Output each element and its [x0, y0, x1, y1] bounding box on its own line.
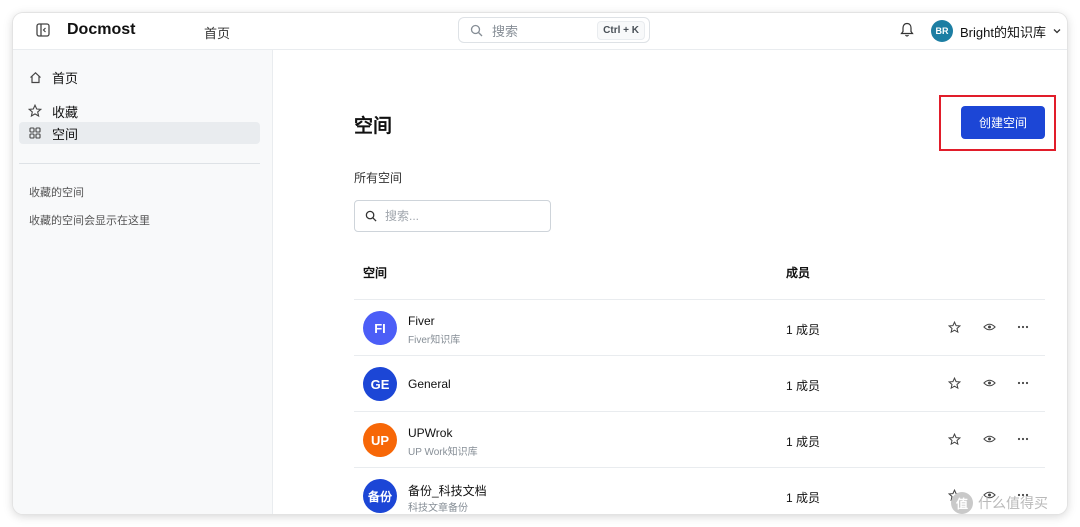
space-description: UP Work知识库: [408, 447, 478, 458]
app-window: Docmost 首页 搜索 Ctrl + K BR Bright的知识库 首页: [13, 13, 1067, 514]
space-name[interactable]: 备份_科技文档: [408, 482, 487, 499]
chevron-down-icon: [1052, 26, 1062, 36]
header-nav-home[interactable]: 首页: [204, 23, 230, 42]
sidebar-item-spaces[interactable]: 空间: [19, 122, 260, 144]
sidebar-item-label: 收藏: [52, 104, 79, 120]
table-row[interactable]: UP UPWrok UP Work知识库 1 成员: [354, 412, 1045, 468]
star-icon[interactable]: [946, 431, 962, 447]
space-description: Fiver知识库: [408, 335, 461, 346]
space-name[interactable]: Fiver: [408, 314, 435, 328]
create-space-button[interactable]: 创建空间: [961, 106, 1045, 139]
search-icon: [365, 210, 377, 222]
top-header: Docmost 首页 搜索 Ctrl + K BR Bright的知识库: [13, 13, 1067, 50]
home-icon: [27, 71, 43, 84]
eye-icon[interactable]: [981, 319, 997, 335]
watermark-text: 什么值得买: [978, 495, 1048, 511]
star-icon[interactable]: [946, 319, 962, 335]
eye-icon[interactable]: [981, 375, 997, 391]
search-icon: [470, 24, 483, 37]
table-row[interactable]: 备份 备份_科技文档 科技文章备份 1 成员: [354, 468, 1045, 514]
main-content: 空间 创建空间 所有空间 空间 成员 FI Fiver Fiver知识库 1 成…: [274, 50, 1067, 514]
page-title: 空间: [354, 116, 393, 137]
sidebar-item-label: 首页: [52, 70, 79, 86]
watermark: 值 什么值得买: [951, 492, 1048, 514]
sidebar-divider: [19, 163, 260, 164]
sidebar: 首页 收藏 空间 收藏的空间 收藏的空间会显示在这里: [13, 50, 273, 514]
grid-icon: [27, 127, 43, 139]
global-search-label: 搜索: [492, 23, 519, 39]
table-row[interactable]: GE General 1 成员: [354, 356, 1045, 412]
space-members: 1 成员: [786, 491, 821, 505]
favorite-spaces-empty: 收藏的空间会显示在这里: [29, 215, 150, 227]
app-title[interactable]: Docmost: [67, 21, 135, 39]
user-name: Bright的知识库: [960, 24, 1046, 40]
space-avatar[interactable]: UP: [363, 423, 397, 457]
watermark-logo-icon: 值: [951, 492, 973, 514]
search-shortcut-badge: Ctrl + K: [597, 20, 645, 40]
section-label: 所有空间: [354, 171, 403, 185]
space-name[interactable]: General: [408, 377, 451, 391]
space-avatar[interactable]: FI: [363, 311, 397, 345]
sidebar-item-favorites[interactable]: 收藏: [19, 100, 260, 122]
sidebar-item-label: 空间: [52, 126, 79, 142]
sidebar-item-home[interactable]: 首页: [19, 66, 260, 88]
eye-icon[interactable]: [981, 431, 997, 447]
user-avatar: BR: [931, 20, 953, 42]
space-search[interactable]: [354, 200, 551, 232]
space-search-input[interactable]: [385, 209, 535, 223]
star-icon: [27, 104, 43, 118]
more-icon[interactable]: [1015, 375, 1031, 391]
space-name[interactable]: UPWrok: [408, 426, 452, 440]
column-header-members: 成员: [786, 266, 811, 280]
space-members: 1 成员: [786, 435, 821, 449]
more-icon[interactable]: [1015, 431, 1031, 447]
space-description: 科技文章备份: [408, 503, 468, 514]
space-avatar[interactable]: 备份: [363, 479, 397, 513]
space-members: 1 成员: [786, 323, 821, 337]
star-icon[interactable]: [946, 375, 962, 391]
global-search[interactable]: 搜索 Ctrl + K: [458, 17, 650, 43]
bell-icon[interactable]: [899, 21, 915, 39]
space-members: 1 成员: [786, 379, 821, 393]
user-menu[interactable]: BR Bright的知识库: [931, 18, 1062, 44]
space-avatar[interactable]: GE: [363, 367, 397, 401]
more-icon[interactable]: [1015, 319, 1031, 335]
favorite-spaces-title: 收藏的空间: [29, 187, 84, 199]
sidebar-toggle-icon[interactable]: [35, 22, 51, 38]
table-row[interactable]: FI Fiver Fiver知识库 1 成员: [354, 300, 1045, 356]
column-header-space: 空间: [363, 266, 388, 280]
